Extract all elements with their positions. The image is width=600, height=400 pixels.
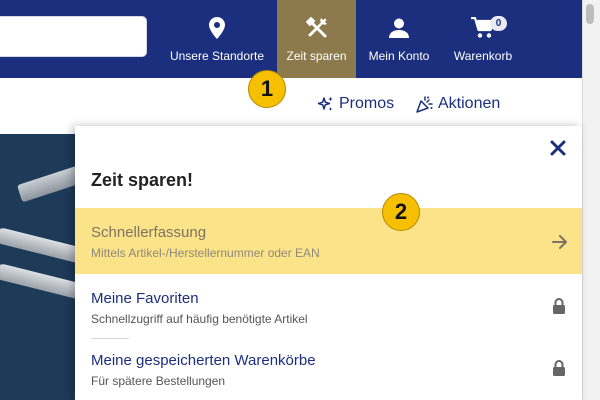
menu-item-favorites[interactable]: Meine Favoriten Schnellzugriff auf häufi… [75,276,582,338]
menu-item-title: Meine gespeicherten Warenkörbe [91,352,316,369]
menu-item-subtitle: Für spätere Bestellungen [91,374,226,388]
menu-item-subtitle: Schnellzugriff auf häufig benötigte Arti… [91,312,308,326]
page-scrollbar[interactable] [582,0,600,400]
save-time-panel: Zeit sparen! Schnellerfassung Mittels Ar… [75,126,582,400]
close-icon [550,140,566,156]
step-marker-1: 1 [248,70,286,108]
nav-my-account-label: Mein Konto [368,49,430,63]
user-icon [389,16,409,40]
nav-save-time[interactable]: Zeit sparen [277,0,356,78]
menu-item-title: Meine Favoriten [91,290,199,307]
lock-icon [553,360,565,376]
nav-cart-label: Warenkorb [453,49,513,63]
nav-save-time-label: Zeit sparen [286,49,347,63]
nav-our-locations[interactable]: Unsere Standorte [166,0,268,78]
scrollbar-thumb[interactable] [586,4,594,24]
menu-item-title: Schnellerfassung [91,224,207,241]
promos-label: Promos [339,95,395,112]
sparkle-icon [317,96,333,111]
menu-item-quick-entry[interactable]: Schnellerfassung Mittels Artikel-/Herste… [75,208,582,274]
actions-link[interactable]: Aktionen [416,95,500,113]
promos-link[interactable]: Promos [317,95,394,113]
step-marker-2: 2 [382,193,420,231]
arrow-right-icon [552,235,567,249]
search-input[interactable] [0,16,147,57]
close-panel-button[interactable] [548,138,568,158]
nav-our-locations-label: Unsere Standorte [169,49,265,63]
nav-cart[interactable]: Warenkorb [447,0,519,78]
top-navigation-bar: Unsere Standorte Zeit sparen Mein Konto … [0,0,582,78]
nav-my-account[interactable]: Mein Konto [364,0,434,78]
panel-title: Zeit sparen! [91,170,194,190]
cart-count-badge: 0 [490,16,507,31]
tools-icon [305,16,328,40]
party-popper-icon [416,95,433,113]
menu-item-saved-carts[interactable]: Meine gespeicherten Warenkörbe Für späte… [75,338,582,400]
actions-label: Aktionen [438,95,501,112]
menu-item-subtitle: Mittels Artikel-/Herstellernummer oder E… [91,246,320,260]
lock-icon [553,298,565,314]
location-pin-icon [209,16,225,40]
